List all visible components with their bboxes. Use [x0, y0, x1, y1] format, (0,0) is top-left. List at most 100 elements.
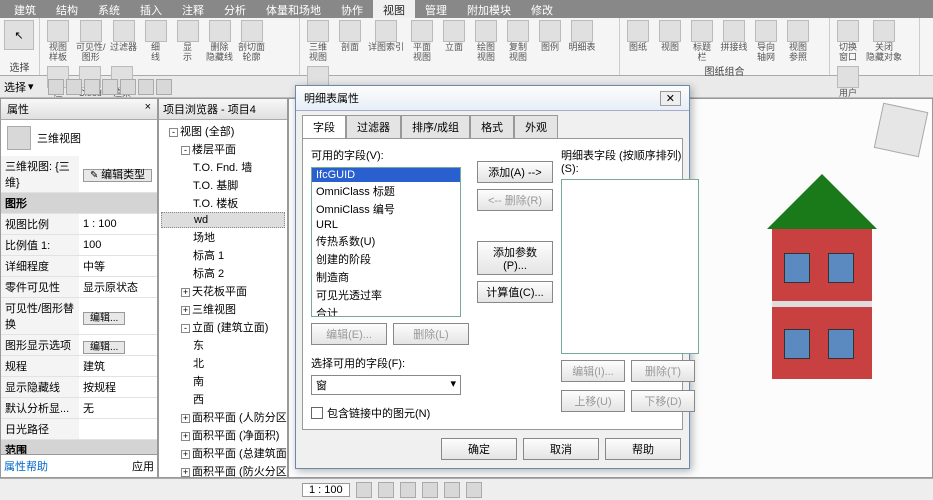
legend-icon[interactable]	[539, 20, 561, 42]
tree-item[interactable]: +面积平面 (总建筑面积)	[161, 444, 285, 462]
callout-icon[interactable]	[375, 20, 397, 42]
filters-icon[interactable]	[113, 20, 135, 42]
move-up-button[interactable]: 上移(U)	[561, 390, 625, 412]
delete-field-button[interactable]: 删除(L)	[393, 323, 469, 345]
tree-item[interactable]: 场地	[161, 228, 285, 246]
toolbar-icon[interactable]	[102, 79, 118, 95]
ribbon-tab-11[interactable]: 修改	[521, 0, 563, 18]
status-icon[interactable]	[466, 482, 482, 498]
dup-icon[interactable]	[507, 20, 529, 42]
tree-item[interactable]: -楼层平面	[161, 140, 285, 158]
dialog-tab-0[interactable]: 字段	[302, 115, 346, 138]
close-icon[interactable]: ×	[145, 101, 151, 117]
ribbon-tab-6[interactable]: 体量和场地	[256, 0, 331, 18]
status-icon[interactable]	[378, 482, 394, 498]
ribbon-tab-8[interactable]: 视图	[373, 0, 415, 18]
field-item[interactable]: IfcGUID	[312, 168, 460, 182]
delete-scheduled-button[interactable]: 删除(T)	[631, 360, 695, 382]
hidden-icon[interactable]	[209, 20, 231, 42]
tree-item[interactable]: +三维视图	[161, 300, 285, 318]
ribbon-tab-1[interactable]: 结构	[46, 0, 88, 18]
show-icon[interactable]	[177, 20, 199, 42]
ribbon-tab-2[interactable]: 系统	[88, 0, 130, 18]
scheduled-fields-list[interactable]	[561, 179, 699, 354]
available-fields-list[interactable]: IfcGUIDOmniClass 标题OmniClass 编号URL传热系数(U…	[311, 167, 461, 317]
match-icon[interactable]	[787, 20, 809, 42]
edit-scheduled-button[interactable]: 编辑(I)...	[561, 360, 625, 382]
toolbar-icon[interactable]	[48, 79, 64, 95]
view3d-icon[interactable]	[307, 20, 329, 42]
close-icon[interactable]	[873, 20, 895, 42]
rev-icon[interactable]	[723, 20, 745, 42]
ribbon-tab-3[interactable]: 插入	[130, 0, 172, 18]
tree-item[interactable]: +面积平面 (净面积)	[161, 426, 285, 444]
edit-button[interactable]: 编辑...	[83, 312, 125, 325]
ribbon-tab-5[interactable]: 分析	[214, 0, 256, 18]
scale-display[interactable]: 1 : 100	[302, 483, 350, 497]
elev-icon[interactable]	[443, 20, 465, 42]
edit-field-button[interactable]: 编辑(E)...	[311, 323, 387, 345]
properties-help-link[interactable]: 属性帮助	[4, 458, 48, 474]
tree-item[interactable]: -视图 (全部)	[161, 122, 285, 140]
field-item[interactable]: 可见光透过率	[312, 286, 460, 304]
dialog-tab-1[interactable]: 过滤器	[346, 115, 401, 138]
project-tree[interactable]: -视图 (全部)-楼层平面T.O. Fnd. 墙T.O. 基脚T.O. 楼板wd…	[159, 120, 287, 478]
tree-item[interactable]: +面积平面 (人防分区面积)	[161, 408, 285, 426]
tree-item[interactable]: T.O. 基脚	[161, 176, 285, 194]
field-item[interactable]: URL	[312, 218, 460, 232]
toolbar-icon[interactable]	[66, 79, 82, 95]
status-icon[interactable]	[422, 482, 438, 498]
ribbon-tab-7[interactable]: 协作	[331, 0, 373, 18]
ribbon-tab-0[interactable]: 建筑	[4, 0, 46, 18]
apply-button[interactable]: 应用	[132, 458, 154, 474]
tree-item[interactable]: +面积平面 (防火分区面积)	[161, 462, 285, 478]
include-linked-checkbox[interactable]: 包含链接中的图元(N)	[311, 405, 469, 421]
field-item[interactable]: 传热系数(U)	[312, 232, 460, 250]
tree-item[interactable]: 标高 2	[161, 264, 285, 282]
guide-icon[interactable]	[755, 20, 777, 42]
add-parameter-button[interactable]: 添加参数(P)...	[477, 241, 553, 275]
thin-icon[interactable]	[145, 20, 167, 42]
status-icon[interactable]	[356, 482, 372, 498]
tree-item[interactable]: 北	[161, 354, 285, 372]
view_template-icon[interactable]	[47, 20, 69, 42]
tree-item[interactable]: 东	[161, 336, 285, 354]
cut-icon[interactable]	[241, 20, 263, 42]
toolbar-icon[interactable]	[120, 79, 136, 95]
dialog-tab-2[interactable]: 排序/成组	[401, 115, 470, 138]
schedule-icon[interactable]	[571, 20, 593, 42]
toolbar-icon[interactable]	[156, 79, 172, 95]
field-item[interactable]: 创建的阶段	[312, 250, 460, 268]
plan-icon[interactable]	[411, 20, 433, 42]
add-field-button[interactable]: 添加(A) -->	[477, 161, 553, 183]
edit-type-button[interactable]: ✎ 编辑类型	[83, 169, 152, 182]
dialog-close-button[interactable]: ✕	[660, 91, 681, 106]
tree-item[interactable]: 西	[161, 390, 285, 408]
status-icon[interactable]	[444, 482, 460, 498]
tree-item[interactable]: T.O. 楼板	[161, 194, 285, 212]
switch-icon[interactable]	[837, 20, 859, 42]
field-item[interactable]: 制造商	[312, 268, 460, 286]
toolbar-icon[interactable]	[138, 79, 154, 95]
title-icon[interactable]	[691, 20, 713, 42]
edit-button[interactable]: 编辑...	[83, 341, 125, 354]
drafting-icon[interactable]	[475, 20, 497, 42]
field-item[interactable]: OmniClass 标题	[312, 182, 460, 200]
calculated-value-button[interactable]: 计算值(C)...	[477, 281, 553, 303]
ribbon-tab-9[interactable]: 管理	[415, 0, 457, 18]
viewcube[interactable]	[874, 103, 929, 158]
field-item[interactable]: 合计	[312, 304, 460, 317]
tree-item[interactable]: 标高 1	[161, 246, 285, 264]
move-down-button[interactable]: 下移(D)	[631, 390, 695, 412]
tree-item[interactable]: -立面 (建筑立面)	[161, 318, 285, 336]
ribbon-tab-4[interactable]: 注释	[172, 0, 214, 18]
ribbon-tab-10[interactable]: 附加模块	[457, 0, 521, 18]
visibility-icon[interactable]	[80, 20, 102, 42]
remove-field-button[interactable]: <-- 删除(R)	[477, 189, 553, 211]
ui-icon[interactable]	[837, 66, 859, 88]
view-icon[interactable]	[659, 20, 681, 42]
help-button[interactable]: 帮助	[605, 438, 681, 460]
tree-item[interactable]: wd	[161, 212, 285, 228]
tree-item[interactable]: +天花板平面	[161, 282, 285, 300]
cancel-button[interactable]: 取消	[523, 438, 599, 460]
